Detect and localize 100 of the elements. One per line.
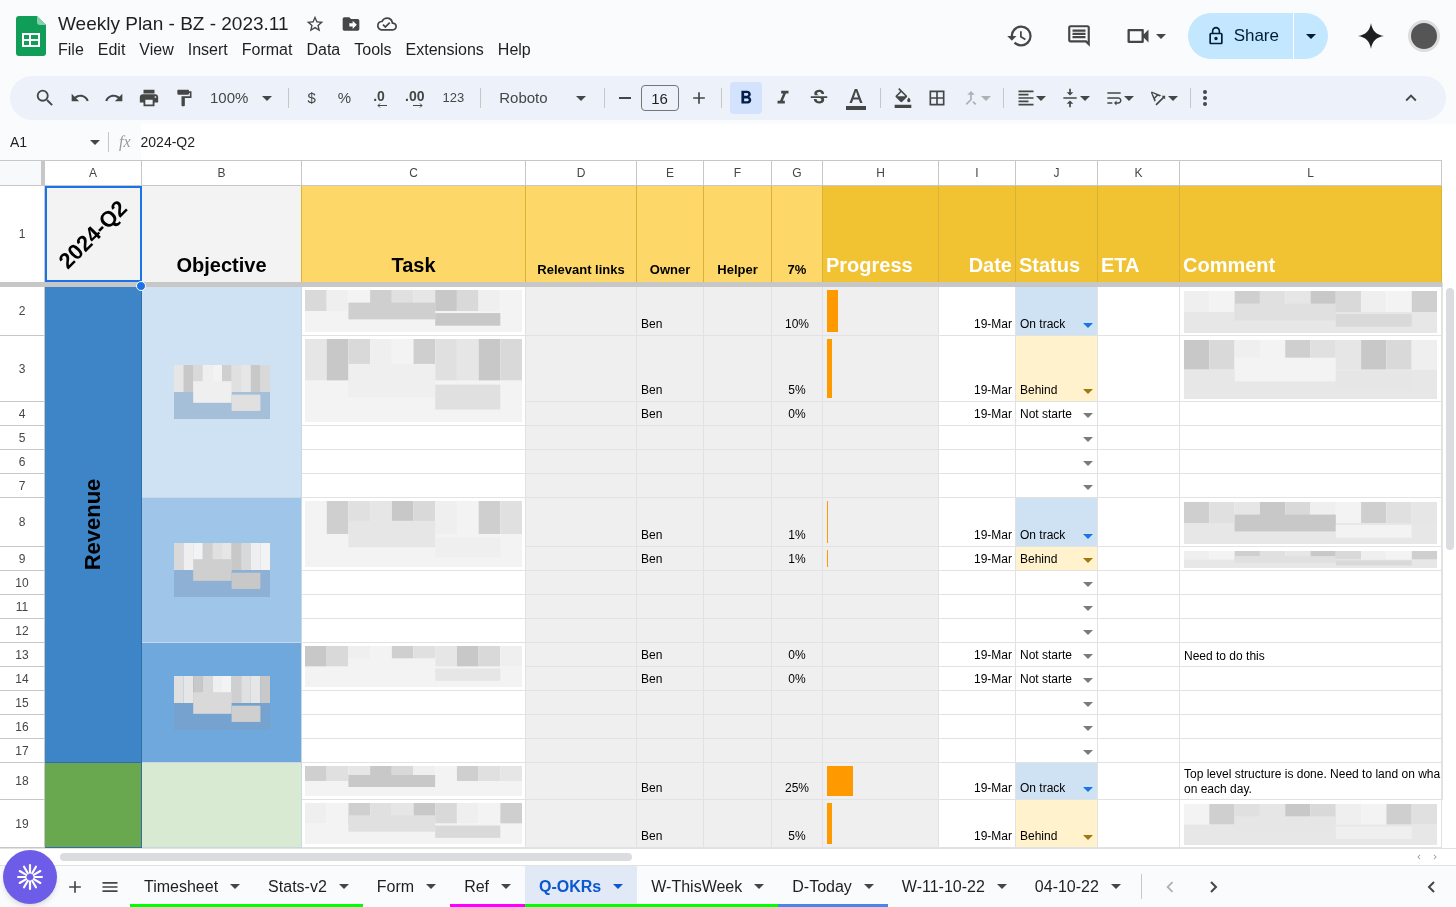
sheet-tab[interactable]: 04-10-22 [1020,866,1135,907]
minus-icon [618,97,631,99]
row-number[interactable]: 3 [0,336,45,402]
menu-item[interactable]: Data [300,38,347,63]
menu-item[interactable]: Extensions [399,38,490,63]
currency-button[interactable]: $ [299,86,324,110]
column-header[interactable]: B [142,160,302,186]
menu-item[interactable]: Edit [91,38,132,63]
percent-text: 5% [788,382,806,399]
column-header[interactable]: F [704,160,772,186]
sheet-tab[interactable]: D-Today [778,866,888,907]
dropdown-caret-icon [1083,750,1093,755]
status-dropdown[interactable]: Behind [1016,336,1098,402]
zoom-dropdown[interactable]: 100% [204,86,279,110]
number-format-button[interactable]: 123 [436,88,471,108]
sheets-logo-icon[interactable] [16,16,46,56]
status-dropdown[interactable]: Not starte [1016,667,1098,691]
column-header[interactable]: J [1016,160,1098,186]
menu-item[interactable]: File [52,38,90,63]
row-number[interactable]: 12 [0,619,45,643]
status-dropdown[interactable]: On track [1016,763,1098,800]
column-header[interactable]: A [45,160,142,186]
font-dropdown[interactable]: Roboto [491,86,594,110]
status-dropdown[interactable]: On track [1016,287,1098,336]
sheet-tab[interactable]: Stats-v2 [254,866,363,907]
row-number[interactable]: 18 [0,763,45,800]
caret-icon [230,884,241,889]
vertical-scrollbar[interactable] [1445,288,1454,550]
row-number[interactable]: 17 [0,739,45,763]
row-number[interactable]: 14 [0,667,45,691]
row-number[interactable]: 4 [0,402,45,426]
sheet-tab[interactable]: W-11-10-22 [887,866,1021,907]
row-number[interactable]: 9 [0,547,45,571]
row-number[interactable]: 8 [0,498,45,547]
status-dropdown[interactable]: Not starte [1016,402,1098,426]
sheet-tab[interactable]: Timesheet [130,866,255,907]
percent-text: 1% [788,527,806,544]
row-number[interactable]: 5 [0,426,45,450]
status-dropdown[interactable]: On track [1016,498,1098,547]
text-color-icon [843,86,868,110]
cloud-saved-icon[interactable] [376,14,397,34]
menu-item[interactable]: Format [235,38,299,63]
dropdown-caret-icon [1083,678,1093,683]
chevron-left-icon [1427,880,1435,893]
status-dropdown[interactable]: Behind [1016,547,1098,571]
menu-item[interactable]: View [133,38,180,63]
date-text: 19-Mar [974,382,1012,399]
document-title[interactable]: Weekly Plan - BZ - 2023.11 [58,9,289,39]
row-number[interactable]: 7 [0,474,45,498]
header-cell: Objective [142,186,302,282]
sheet-tab[interactable]: Ref [450,866,526,907]
formula-field[interactable]: 2024-Q2 [140,124,1456,160]
menu-item[interactable]: Tools [348,38,398,63]
cell-reference-dropdown[interactable]: A1 [0,131,108,153]
status-dropdown[interactable]: Not starte [1016,643,1098,667]
caret-icon [613,884,624,889]
row-number[interactable]: 11 [0,595,45,619]
dropdown-caret-icon [1083,630,1093,635]
row-number[interactable]: 2 [0,287,45,336]
column-header[interactable]: H [823,160,939,186]
caret-icon [996,884,1007,889]
percent-button[interactable]: % [329,86,360,110]
row-number[interactable]: 13 [0,643,45,667]
percent-text: 0% [788,406,806,423]
column-header[interactable]: I [939,160,1016,186]
decrease-decimal-button[interactable]: .0 [365,88,394,108]
horizontal-scrollbar[interactable] [60,853,632,861]
left-arrow-icon [377,102,388,108]
caret-icon [754,884,765,889]
increase-decimal-button[interactable]: .00 [399,88,431,108]
column-header[interactable]: D [526,160,637,186]
column-header[interactable]: K [1098,160,1180,186]
row-number[interactable]: 19 [0,800,45,848]
sheet-tab[interactable]: Q-OKRs [525,866,638,907]
row-number[interactable]: 16 [0,715,45,739]
comment-icon[interactable] [1065,23,1092,49]
sheet-tab[interactable]: Form [362,866,451,907]
header-cell: Progress [823,186,939,282]
owner-text: Ben [641,406,663,423]
column-header[interactable]: G [772,160,823,186]
sparkle-icon[interactable] [1358,23,1384,49]
owner-text: Ben [641,316,663,333]
font-size-field[interactable]: 16 [640,85,679,111]
row-number[interactable]: 6 [0,450,45,474]
status-dropdown[interactable]: Behind [1016,800,1098,848]
menu-item[interactable]: Insert [181,38,234,63]
chevron-right-icon [1209,880,1218,893]
dropdown-caret-icon [1083,787,1093,792]
header-cell: Date [939,186,1016,282]
date-text: 19-Mar [974,828,1012,845]
row-number[interactable]: 10 [0,571,45,595]
sheet-tab[interactable]: W-ThisWeek [637,866,779,907]
column-header[interactable]: E [637,160,704,186]
move-folder-icon[interactable] [340,14,361,34]
menu-item[interactable]: Help [491,38,537,63]
bold-button[interactable] [729,82,762,114]
column-header[interactable]: C [302,160,526,186]
row-number[interactable]: 15 [0,691,45,715]
column-header[interactable]: L [1180,160,1442,186]
avatar[interactable] [1408,20,1440,52]
